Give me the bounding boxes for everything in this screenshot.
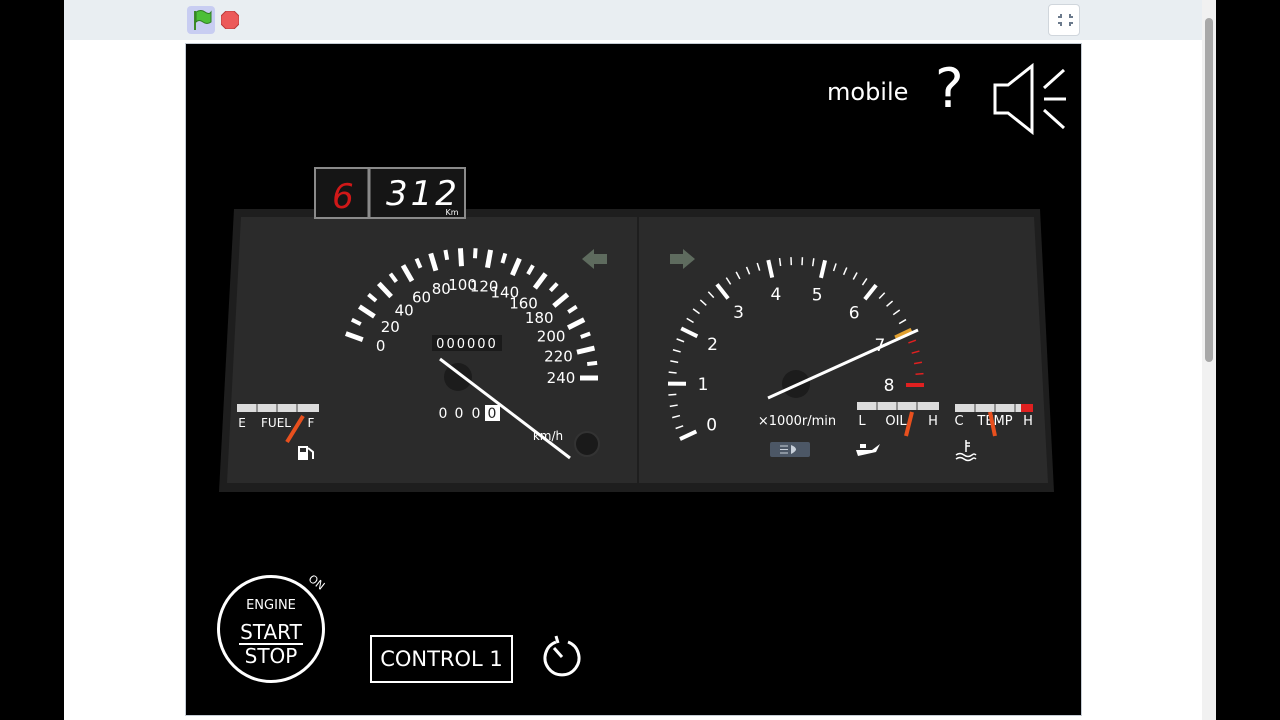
- rpm-tick: [668, 393, 677, 396]
- gear-indicator: 6: [332, 177, 354, 217]
- mobile-label[interactable]: mobile: [827, 78, 908, 106]
- right-cluster: [639, 217, 1048, 483]
- stop-label: STOP: [244, 644, 298, 668]
- control-mode-button[interactable]: CONTROL 1: [370, 635, 513, 683]
- speed-tick: [484, 249, 494, 269]
- rpm-tick-label: 2: [707, 335, 718, 355]
- rpm-tick-label: 1: [698, 375, 709, 395]
- rpm-tick-label: 6: [849, 303, 860, 323]
- trip-digit: 0: [439, 406, 448, 422]
- rpm-tick-label: 4: [770, 285, 781, 305]
- rpm-tick: [668, 371, 677, 374]
- temp-cold-label: C: [954, 414, 963, 429]
- start-label: START: [240, 620, 302, 644]
- speed-tick-label: 20: [381, 318, 400, 336]
- timer-button[interactable]: [542, 636, 584, 678]
- trip-digit: 0: [472, 406, 481, 422]
- speed-tick: [586, 360, 598, 367]
- dashboard: 6 312 Km 0204060 801001201401601802002202…: [219, 62, 1066, 677]
- oil-label: OIL: [885, 414, 907, 429]
- speed-tick-label: 60: [412, 288, 431, 306]
- speed-tick-label: 0: [376, 337, 386, 355]
- rpm-unit: ×1000r/min: [758, 414, 836, 429]
- speed-tick: [443, 249, 450, 261]
- sound-toggle-button[interactable]: [990, 62, 1070, 138]
- trip-reset-knob: [574, 431, 600, 457]
- temp-hot-label: H: [1023, 414, 1033, 429]
- speed-tick-label: 200: [537, 327, 566, 345]
- oil-high-label: H: [928, 414, 938, 429]
- odometer: 000000: [436, 337, 498, 352]
- headlight-indicator: [770, 442, 810, 457]
- trip-digit: 0: [455, 406, 464, 422]
- speed-tick-label: 220: [544, 348, 573, 366]
- speed-tick-label: 40: [395, 301, 414, 319]
- rpm-tick-label: 8: [884, 376, 895, 396]
- fuel-empty-label: E: [238, 416, 246, 430]
- fuel-full-label: F: [308, 416, 315, 430]
- oil-low-label: L: [858, 414, 866, 429]
- speed-tick: [472, 248, 478, 259]
- rpm-tick: [915, 372, 924, 376]
- rpm-tick-label: 5: [812, 285, 823, 305]
- rpm-tick: [778, 257, 782, 267]
- speed-tick-label: 180: [525, 309, 554, 327]
- speed-tick: [457, 248, 464, 267]
- speed-tick-label: 240: [547, 369, 576, 387]
- rpm-tick-label: 0: [706, 415, 717, 435]
- engine-start-stop-button[interactable]: ENGINE START STOP ON: [217, 572, 327, 683]
- help-button[interactable]: ?: [935, 62, 964, 116]
- fuel-label: FUEL: [261, 416, 291, 430]
- distance-unit: Km: [445, 208, 458, 217]
- speed-tick: [500, 252, 508, 264]
- rpm-tick-label: 3: [733, 303, 744, 323]
- trip-digit: 0: [488, 406, 497, 422]
- engine-label: ENGINE: [246, 598, 296, 613]
